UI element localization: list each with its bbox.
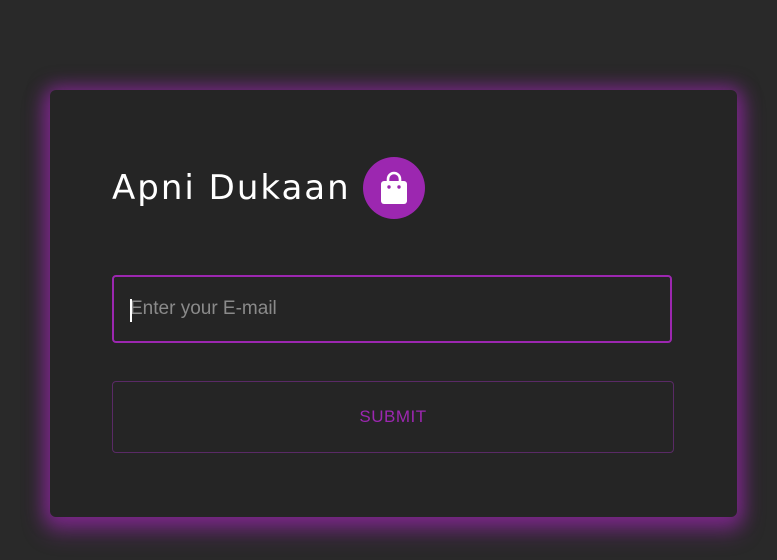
text-cursor [130, 299, 132, 322]
app-title: Apni Dukaan [112, 168, 351, 208]
logo-badge [362, 157, 425, 219]
email-field-container [112, 275, 672, 343]
email-input[interactable] [114, 277, 670, 341]
submit-button[interactable]: SUBMIT [112, 381, 674, 453]
brand-header: Apni Dukaan [112, 157, 425, 219]
login-card: Apni Dukaan SUBMIT [50, 90, 737, 517]
shopping-bag-icon [380, 171, 407, 204]
